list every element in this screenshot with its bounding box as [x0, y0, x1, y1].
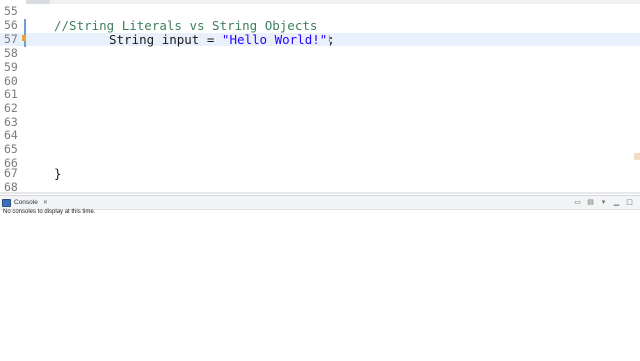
code-line[interactable]: 65: [0, 142, 640, 156]
console-tab-label: Console: [14, 199, 38, 206]
line-number: 59: [4, 60, 18, 74]
open-console-icon[interactable]: ▾: [599, 198, 608, 206]
assign-operator: =: [206, 32, 215, 47]
pin-console-icon[interactable]: ▭: [573, 198, 582, 206]
code-statement: String input = "Hello World!";: [109, 33, 335, 46]
code-line-current[interactable]: 57 String input = "Hello World!";: [0, 32, 640, 47]
line-number: 67: [4, 166, 18, 180]
line-number: 62: [4, 101, 18, 115]
maximize-icon[interactable]: □: [625, 198, 634, 206]
code-line[interactable]: 64: [0, 128, 640, 142]
code-line[interactable]: 61: [0, 87, 640, 101]
line-number: 56: [4, 18, 18, 32]
editor-tab-strip: [0, 0, 640, 4]
editor-bottom-border: [0, 192, 640, 194]
code-line[interactable]: 59: [0, 60, 640, 74]
string-literal: "Hello World!": [221, 32, 328, 47]
code-line[interactable]: 58: [0, 46, 640, 60]
console-icon: [2, 198, 11, 207]
change-indicator: [24, 19, 26, 47]
minimize-icon[interactable]: ▁: [612, 198, 621, 206]
variable-name: input: [161, 32, 200, 47]
code-editor[interactable]: 55 56 //String Literals vs String Object…: [0, 0, 640, 194]
close-icon[interactable]: ✕: [43, 199, 48, 206]
line-number: 55: [4, 4, 18, 18]
code-line[interactable]: 60: [0, 74, 640, 88]
console-empty-message: No consoles to display at this time.: [3, 209, 96, 215]
line-number: 64: [4, 128, 18, 142]
code-line[interactable]: 55: [0, 4, 640, 18]
code-line[interactable]: 56 //String Literals vs String Objects: [0, 18, 640, 33]
console-panel: Console ✕ ▭ ▤ ▾ ▁ □ No consoles to displ…: [0, 195, 640, 361]
closing-brace: }: [54, 166, 62, 181]
display-selected-console-icon[interactable]: ▤: [586, 198, 595, 206]
console-tab-bar: Console ✕ ▭ ▤ ▾ ▁ □: [0, 196, 640, 210]
line-number: 65: [4, 142, 18, 156]
line-number: 61: [4, 87, 18, 101]
overview-ruler-marker[interactable]: [634, 153, 640, 160]
code-comment: //String Literals vs String Objects: [54, 18, 318, 33]
tab-console[interactable]: Console ✕: [2, 197, 48, 208]
code-line[interactable]: 62: [0, 101, 640, 115]
type-keyword: String: [109, 32, 155, 47]
code-line[interactable]: 63: [0, 115, 640, 129]
text-cursor-icon: I: [328, 35, 331, 45]
line-number: 58: [4, 46, 18, 60]
current-line-marker-icon: [22, 35, 26, 41]
code-line[interactable]: 67 }: [0, 166, 640, 181]
console-toolbar: ▭ ▤ ▾ ▁ □: [573, 198, 634, 206]
